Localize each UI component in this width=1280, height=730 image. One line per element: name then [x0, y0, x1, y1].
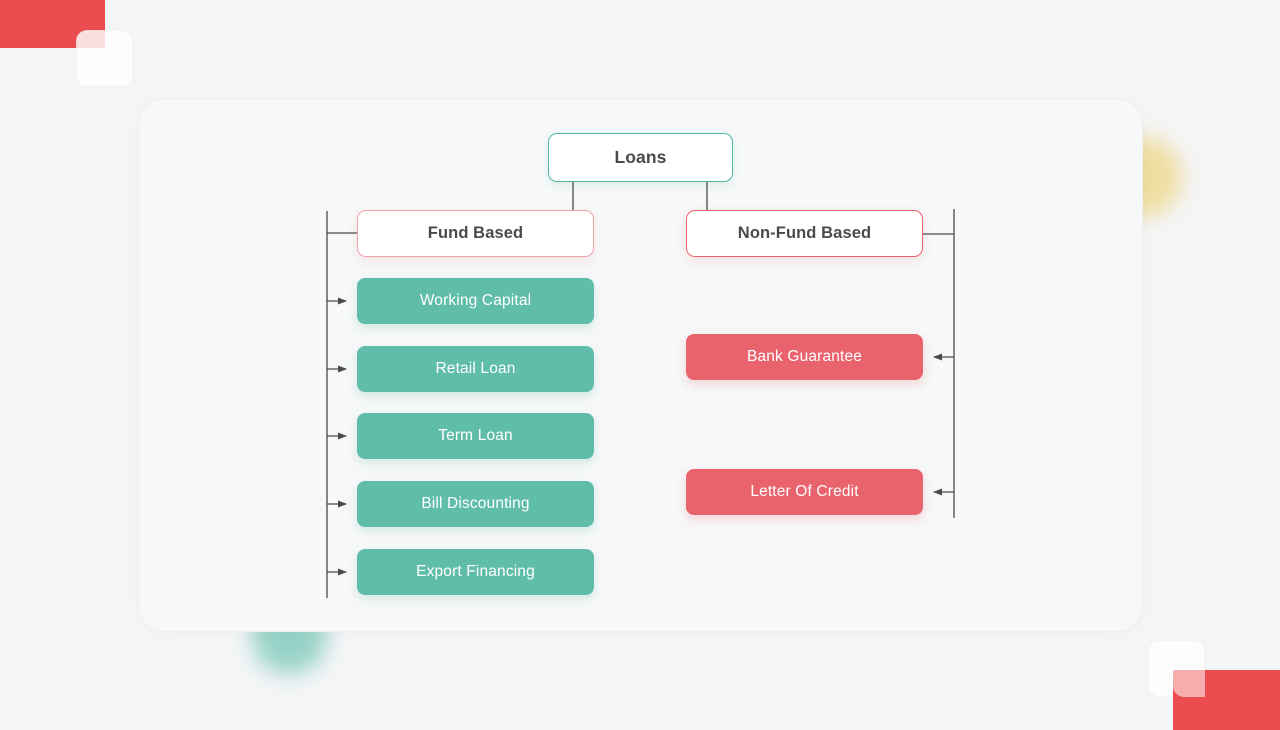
node-export-financing[interactable]: Export Financing: [357, 549, 594, 595]
node-fund-based[interactable]: Fund Based: [357, 210, 594, 257]
node-non-fund-based[interactable]: Non-Fund Based: [686, 210, 923, 257]
node-bill-discounting[interactable]: Bill Discounting: [357, 481, 594, 527]
loans-hierarchy-diagram: Loans Fund Based Non-Fund Based Working …: [0, 0, 1280, 720]
node-term-loan[interactable]: Term Loan: [357, 413, 594, 459]
connector-lines: [326, 182, 955, 598]
node-letter-of-credit[interactable]: Letter Of Credit: [686, 469, 923, 515]
node-retail-loan[interactable]: Retail Loan: [357, 346, 594, 392]
node-bank-guarantee[interactable]: Bank Guarantee: [686, 334, 923, 380]
node-loans[interactable]: Loans: [548, 133, 733, 182]
node-working-capital[interactable]: Working Capital: [357, 278, 594, 324]
